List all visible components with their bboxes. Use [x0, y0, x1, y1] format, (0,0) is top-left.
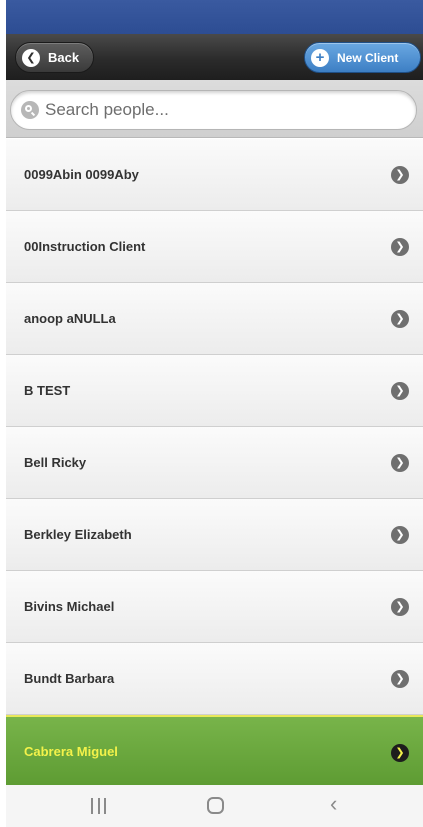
- chevron-right-icon: ❯: [391, 598, 409, 616]
- chevron-right-icon: ❯: [391, 670, 409, 688]
- client-row[interactable]: Berkley Elizabeth ❯: [6, 499, 423, 571]
- toolbar: ❮ Back + New Client: [6, 34, 423, 80]
- client-name: Bivins Michael: [24, 599, 115, 614]
- client-name: Bell Ricky: [24, 455, 87, 470]
- back-button-label: Back: [48, 50, 80, 65]
- chevron-right-icon: ❯: [391, 238, 409, 256]
- client-name: 00Instruction Client: [24, 239, 146, 254]
- client-row[interactable]: B TEST ❯: [6, 355, 423, 427]
- app-screen: ❮ Back + New Client 0099Abin 0099Aby❯00I…: [6, 0, 423, 827]
- search-icon: [21, 101, 39, 119]
- status-bar: [6, 0, 423, 34]
- client-name: 0099Abin 0099Aby: [24, 167, 139, 182]
- back-icon[interactable]: ‹: [330, 793, 337, 815]
- chevron-left-icon: ❮: [22, 48, 40, 67]
- recents-icon[interactable]: [91, 798, 106, 814]
- client-row[interactable]: 00Instruction Client ❯: [6, 211, 423, 283]
- search-bar: [6, 80, 423, 138]
- search-field[interactable]: [10, 90, 417, 130]
- client-row[interactable]: anoop aNULLa ❯: [6, 283, 423, 355]
- search-input[interactable]: [45, 100, 405, 120]
- client-row[interactable]: Cabrera Miguel ❯: [6, 715, 423, 787]
- client-row[interactable]: Bivins Michael ❯: [6, 571, 423, 643]
- client-name: Berkley Elizabeth: [24, 527, 132, 542]
- chevron-right-icon: ❯: [391, 454, 409, 472]
- back-button[interactable]: ❮ Back: [15, 42, 94, 73]
- client-name: Cabrera Miguel: [24, 743, 118, 759]
- client-name: B TEST: [24, 383, 71, 398]
- chevron-right-icon: ❯: [391, 166, 409, 184]
- client-name: Bundt Barbara: [24, 671, 115, 686]
- client-list: 0099Abin 0099Aby ❯ 00Instruction Client ❯ an…: [6, 139, 423, 787]
- new-client-button-label: New Client: [337, 50, 399, 65]
- new-client-button[interactable]: + New Client: [304, 42, 421, 73]
- client-name: anoop aNULLa: [24, 311, 116, 326]
- plus-icon: +: [311, 48, 329, 67]
- client-row[interactable]: Bell Ricky ❯: [6, 427, 423, 499]
- system-nav-bar: ‹: [6, 785, 423, 827]
- chevron-right-icon: ❯: [391, 382, 409, 400]
- client-row[interactable]: 0099Abin 0099Aby ❯: [6, 139, 423, 211]
- home-icon[interactable]: [207, 797, 224, 814]
- chevron-right-icon: ❯: [391, 310, 409, 328]
- chevron-right-icon: ❯: [391, 744, 409, 762]
- chevron-right-icon: ❯: [391, 526, 409, 544]
- client-row[interactable]: Bundt Barbara ❯: [6, 643, 423, 715]
